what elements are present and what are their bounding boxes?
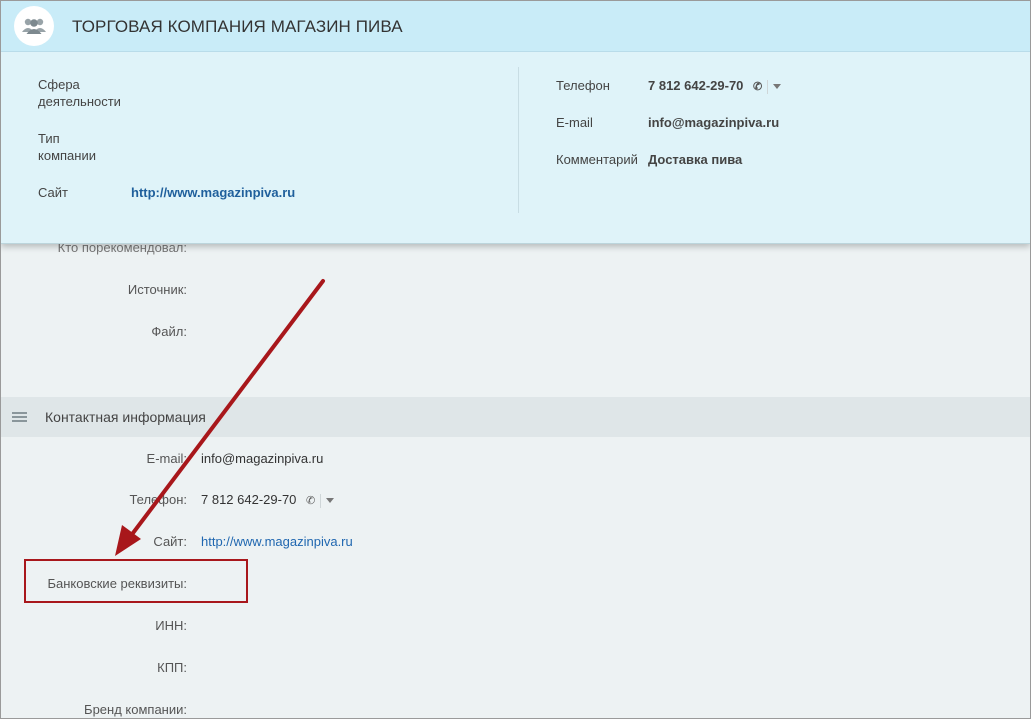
phone-value-wrap: 7 812 642-29-70 ✆ bbox=[648, 78, 782, 94]
source-label: Источник: bbox=[127, 282, 187, 297]
separator bbox=[320, 493, 322, 508]
crm-window: Кто порекомендовал: Источник: Файл: Конт… bbox=[0, 0, 1031, 719]
site-row[interactable]: Сайт: http://www.magazinpiva.ru bbox=[1, 534, 1030, 558]
drag-handle-icon[interactable] bbox=[12, 412, 27, 422]
company-info-popup: ТОРГОВАЯ КОМПАНИЯ МАГАЗИН ПИВА Сфера дея… bbox=[1, 1, 1030, 244]
brand-row[interactable]: Бренд компании: bbox=[1, 702, 1030, 718]
comment-value: Доставка пива bbox=[648, 152, 743, 167]
phone-label: Телефон: bbox=[129, 492, 187, 507]
brand-label: Бренд компании: bbox=[84, 702, 187, 717]
email-label: E-mail bbox=[556, 115, 593, 130]
email-label: E-mail: bbox=[146, 451, 187, 466]
contact-section-header[interactable]: Контактная информация bbox=[1, 397, 1030, 437]
phone-value[interactable]: 7 812 642-29-70 bbox=[201, 492, 296, 507]
email-row[interactable]: E-mail: info@magazinpiva.ru bbox=[1, 451, 1030, 475]
chevron-down-icon[interactable] bbox=[773, 84, 782, 90]
kpp-row[interactable]: КПП: bbox=[1, 660, 1030, 684]
site-label: Сайт bbox=[38, 185, 68, 200]
phone-value[interactable]: 7 812 642-29-70 bbox=[648, 78, 743, 93]
kpp-label: КПП: bbox=[157, 660, 187, 675]
group-users-icon bbox=[14, 6, 54, 46]
separator bbox=[767, 79, 769, 94]
phone-call-icon[interactable]: ✆ bbox=[306, 494, 315, 507]
phone-value-wrap: 7 812 642-29-70 ✆ bbox=[201, 492, 335, 508]
comment-label: Комментарий bbox=[556, 152, 638, 167]
email-value[interactable]: info@magazinpiva.ru bbox=[201, 451, 323, 466]
popup-header: ТОРГОВАЯ КОМПАНИЯ МАГАЗИН ПИВА bbox=[1, 1, 1030, 52]
phone-label: Телефон bbox=[556, 78, 610, 93]
column-divider bbox=[518, 67, 519, 213]
file-row[interactable]: Файл: bbox=[1, 324, 1030, 348]
company-type-label: Тип компании bbox=[38, 131, 96, 163]
inn-label: ИНН: bbox=[155, 618, 187, 633]
file-label: Файл: bbox=[151, 324, 187, 339]
annotation-highlight-box bbox=[24, 559, 248, 603]
phone-call-icon[interactable]: ✆ bbox=[753, 80, 762, 93]
company-title: ТОРГОВАЯ КОМПАНИЯ МАГАЗИН ПИВА bbox=[72, 17, 403, 36]
site-link[interactable]: http://www.magazinpiva.ru bbox=[131, 185, 295, 200]
email-value[interactable]: info@magazinpiva.ru bbox=[648, 115, 779, 130]
chevron-down-icon[interactable] bbox=[326, 498, 335, 504]
site-label: Сайт: bbox=[153, 534, 187, 549]
inn-row[interactable]: ИНН: bbox=[1, 618, 1030, 642]
phone-row[interactable]: Телефон: 7 812 642-29-70 ✆ bbox=[1, 492, 1030, 516]
site-link[interactable]: http://www.magazinpiva.ru bbox=[201, 534, 353, 549]
source-row[interactable]: Источник: bbox=[1, 282, 1030, 306]
section-title: Контактная информация bbox=[45, 409, 206, 425]
activity-label: Сфера деятельности bbox=[38, 77, 121, 109]
